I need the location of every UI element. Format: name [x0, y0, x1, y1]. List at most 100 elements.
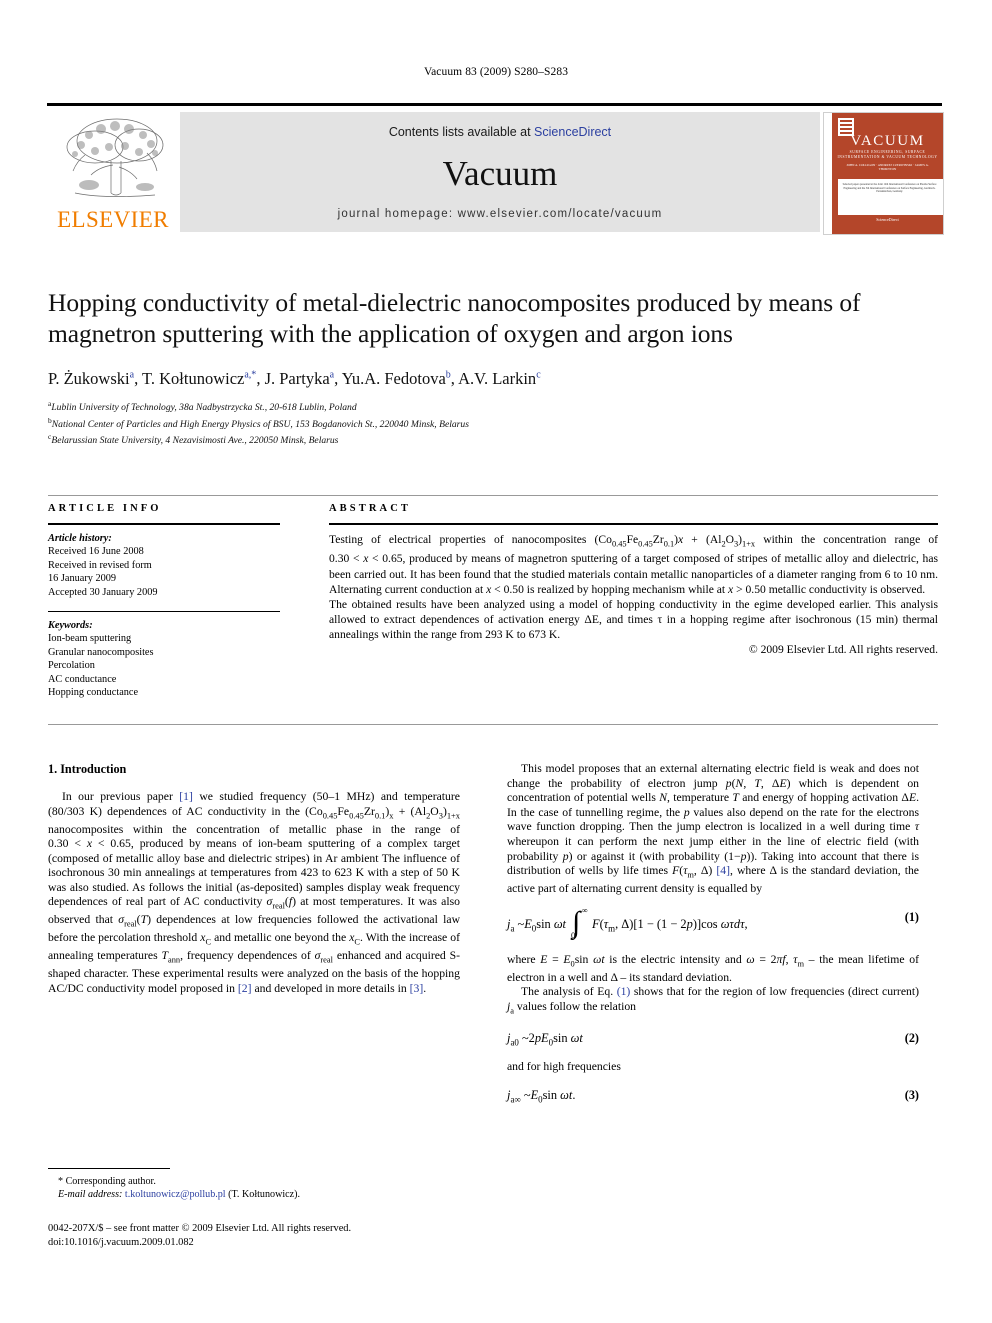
author-item: A.V. Larkinc — [458, 369, 541, 388]
equation-3-body: ja∞ ~E0sin ωt. — [507, 1087, 576, 1105]
section-heading-introduction: 1. Introduction — [48, 762, 127, 776]
info-abstract-top-rule — [48, 495, 938, 496]
author-affil-mark: a — [129, 369, 135, 381]
abstract-paragraph-2: The obtained results have been analyzed … — [329, 597, 938, 641]
equation-3: ja∞ ~E0sin ωt. (3) — [507, 1088, 919, 1104]
equation-1-body: ja ~E0sin ωt ∞ ∫ 0 F(τm, Δ)[1 − (1 − 2p)]cos… — [507, 905, 748, 940]
author-name: J. Partyka — [264, 369, 330, 388]
keyword-item: Hopping conductance — [48, 687, 139, 699]
right-column: This model proposes that an external alt… — [507, 762, 919, 1117]
article-info-rule — [48, 523, 280, 525]
citation-ref-2[interactable]: [2] — [238, 982, 252, 995]
keyword-item: Granular nanocomposites — [48, 646, 154, 658]
author-name: Yu.A. Fedotova — [341, 369, 446, 388]
keywords-label: Keywords: — [48, 620, 93, 632]
abstract-rule — [329, 523, 938, 525]
keywords-rule — [48, 611, 280, 613]
model-paragraph: This model proposes that an external alt… — [507, 762, 920, 896]
citation-ref-4[interactable]: [4] — [716, 864, 730, 877]
article-history-item: Accepted 30 January 2009 — [48, 586, 158, 598]
affiliation-item: aLublin University of Technology, 38a Na… — [48, 398, 938, 415]
affiliation-text: Lublin University of Technology, 38a Nad… — [51, 402, 357, 414]
author-list: P. Żukowskia, T. Kołtunowicza,*, J. Part… — [48, 369, 541, 388]
author-affil-mark: a,* — [244, 369, 257, 381]
abstract-heading: ABSTRACT — [329, 503, 411, 514]
abstract-column: ABSTRACT Testing of electrical propertie… — [329, 503, 938, 656]
elsevier-wordmark: ELSEVIER — [57, 207, 169, 232]
citation-ref-3[interactable]: [3] — [410, 982, 424, 995]
author-item: J. Partykaa — [265, 369, 335, 388]
cover-subtitle: SURFACE ENGINEERING, SURFACE INSTRUMENTA… — [837, 150, 938, 159]
masthead-top-rule — [47, 103, 942, 106]
integral-lower-limit: 0 — [571, 929, 576, 940]
running-head: Vacuum 83 (2009) S280–S283 — [423, 66, 569, 78]
tree-figure-svg — [66, 118, 164, 197]
author-affil-mark: a — [329, 369, 335, 381]
article-info-heading: ARTICLE INFO — [48, 503, 162, 514]
analysis-paragraph: The analysis of Eq. (1) shows that for t… — [507, 985, 919, 1016]
equation-1: ja ~E0sin ωt ∞ ∫ 0 F(τm, Δ)[1 − (1 − 2p)]cos… — [507, 905, 919, 940]
info-abstract-bottom-rule — [48, 724, 938, 725]
author-affil-mark: b — [445, 369, 451, 381]
author-affil-mark: c — [536, 369, 541, 381]
colophon: 0042-207X/$ – see front matter © 2009 El… — [48, 1222, 548, 1249]
equation-ref-1[interactable]: (1) — [617, 985, 631, 998]
affiliation-text: Belarussian State University, 4 Nezavisi… — [51, 435, 339, 447]
article-history-item: Received 16 June 2008 — [48, 546, 144, 558]
article-history-item: Received in revised form — [48, 559, 152, 571]
affiliation-item: bNational Center of Particles and High E… — [48, 415, 938, 432]
equation-3-number: (3) — [904, 1087, 919, 1102]
article-info-column: ARTICLE INFO Article history: Received 1… — [48, 503, 280, 699]
left-column: 1. Introduction In our previous paper [1… — [48, 762, 460, 996]
abstract-body: Testing of electrical properties of nano… — [329, 532, 938, 642]
journal-cover-thumbnail[interactable]: VACUUM SURFACE ENGINEERING, SURFACE INST… — [823, 112, 944, 235]
contents-prefix: Contents lists available at — [388, 125, 535, 139]
elsevier-tree-icon — [55, 115, 171, 205]
journal-homepage-link[interactable]: journal homepage: www.elsevier.com/locat… — [180, 208, 820, 220]
colophon-front-matter: 0042-207X/$ – see front matter © 2009 El… — [48, 1223, 352, 1234]
affiliation-text: National Center of Particles and High En… — [51, 418, 469, 430]
journal-title: Vacuum — [442, 154, 558, 193]
author-name: A.V. Larkin — [458, 369, 537, 388]
integral-symbol: ∞ ∫ 0 — [566, 906, 592, 940]
citation-ref-1[interactable]: [1] — [179, 790, 193, 803]
abstract-paragraph-1: Testing of electrical properties of nano… — [329, 533, 938, 596]
title-block: Hopping conductivity of metal-dielectric… — [48, 287, 938, 448]
footnote-rule — [48, 1168, 170, 1169]
email-owner: (T. Kołtunowicz). — [228, 1189, 301, 1200]
email-label: E-mail address: — [58, 1189, 123, 1200]
email-link[interactable]: t.koltunowicz@pollub.pl — [125, 1189, 226, 1200]
affiliation-item: cBelarussian State University, 4 Nezavis… — [48, 431, 938, 448]
intro-paragraph: In our previous paper [1] we studied fre… — [48, 790, 461, 995]
keyword-item: Ion-beam sputtering — [48, 633, 132, 645]
author-item: T. Kołtunowicza,* — [142, 369, 256, 388]
affiliation-list: aLublin University of Technology, 38a Na… — [48, 398, 938, 448]
cover-abstract-text: Selected papers presented at the Joint 1… — [842, 183, 937, 194]
elsevier-logo: ELSEVIER — [49, 113, 177, 233]
keyword-item: Percolation — [48, 660, 95, 672]
keyword-item: AC conductance — [48, 673, 117, 685]
email-line: E-mail address: t.koltunowicz@pollub.pl … — [48, 1188, 460, 1201]
article-history-label: Article history: — [48, 533, 112, 544]
page-title: Hopping conductivity of metal-dielectric… — [48, 288, 861, 348]
after-equation-1-text: where E = E0sin ωt is the electric inten… — [507, 952, 920, 984]
equation-2: ja0 ~2pE0sin ωt (2) — [507, 1031, 919, 1047]
article-history-item: 16 January 2009 — [48, 573, 117, 585]
cover-sciencedirect-mark: ScienceDirect — [876, 217, 899, 222]
journal-masthead: ELSEVIER Contents lists available at Sci… — [47, 103, 944, 235]
between-equations-text: and for high frequencies — [507, 1060, 621, 1074]
equation-2-number: (2) — [904, 1030, 919, 1045]
equation-1-number: (1) — [904, 909, 919, 924]
author-name: P. Żukowski — [48, 369, 130, 388]
author-name: T. Kołtunowicz — [142, 369, 245, 388]
masthead-center-panel: Contents lists available at ScienceDirec… — [180, 112, 820, 232]
contents-available-line: Contents lists available at ScienceDirec… — [180, 125, 820, 139]
author-item: P. Żukowskia — [48, 369, 134, 388]
colophon-doi: doi:10.1016/j.vacuum.2009.01.082 — [48, 1236, 194, 1248]
cover-editors: JOHN A. COLLIGON · ANDRZEJ CZERWINSKI · … — [846, 163, 929, 172]
integral-upper-limit: ∞ — [582, 905, 588, 915]
corresponding-author-footnote: * Corresponding author. E-mail address: … — [48, 1168, 460, 1201]
cover-title: VACUUM — [850, 133, 925, 149]
sciencedirect-link[interactable]: ScienceDirect — [534, 125, 611, 139]
abstract-copyright: © 2009 Elsevier Ltd. All rights reserved… — [748, 642, 938, 656]
